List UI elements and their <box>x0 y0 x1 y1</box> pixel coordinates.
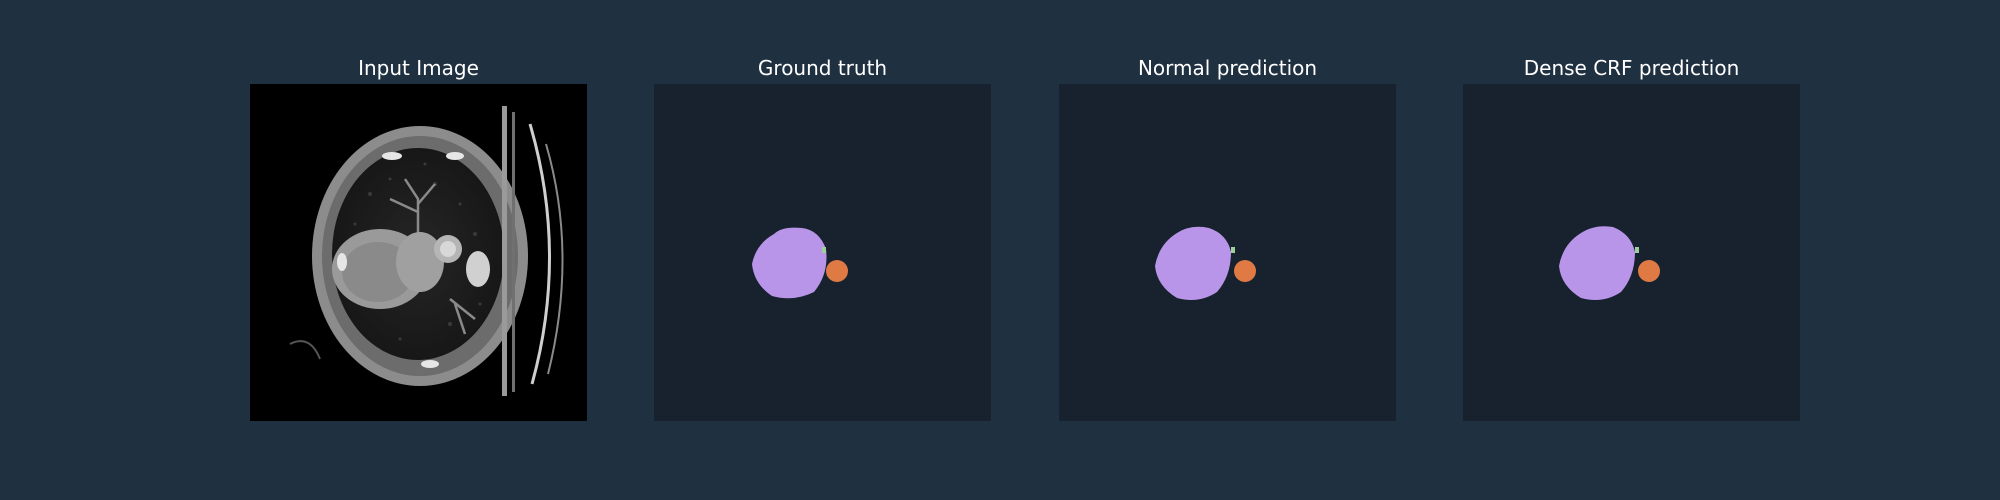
panel-title-input-image: Input Image <box>358 56 479 80</box>
ground-truth-mask <box>654 84 991 421</box>
mask-green-region <box>822 247 826 253</box>
panel-title-dense-crf-prediction: Dense CRF prediction <box>1523 56 1740 80</box>
panel-title-ground-truth: Ground truth <box>757 56 888 80</box>
ct-input-image <box>250 84 587 421</box>
normal-prediction-mask <box>1059 84 1396 421</box>
mask-green-region <box>1635 247 1639 253</box>
mask-orange-region <box>1234 260 1256 282</box>
ct-scan-graphic <box>250 84 587 421</box>
dense-crf-prediction-mask <box>1463 84 1800 421</box>
mask-orange-region <box>826 260 848 282</box>
mask-orange-region <box>1638 260 1660 282</box>
figure: Input Image Ground truth Normal predicti… <box>0 0 2000 500</box>
ground-truth-graphic <box>654 84 991 421</box>
normal-prediction-graphic <box>1059 84 1396 421</box>
panel-title-normal-prediction: Normal prediction <box>1137 56 1318 80</box>
mask-green-region <box>1231 247 1235 253</box>
dense-crf-prediction-graphic <box>1463 84 1800 421</box>
